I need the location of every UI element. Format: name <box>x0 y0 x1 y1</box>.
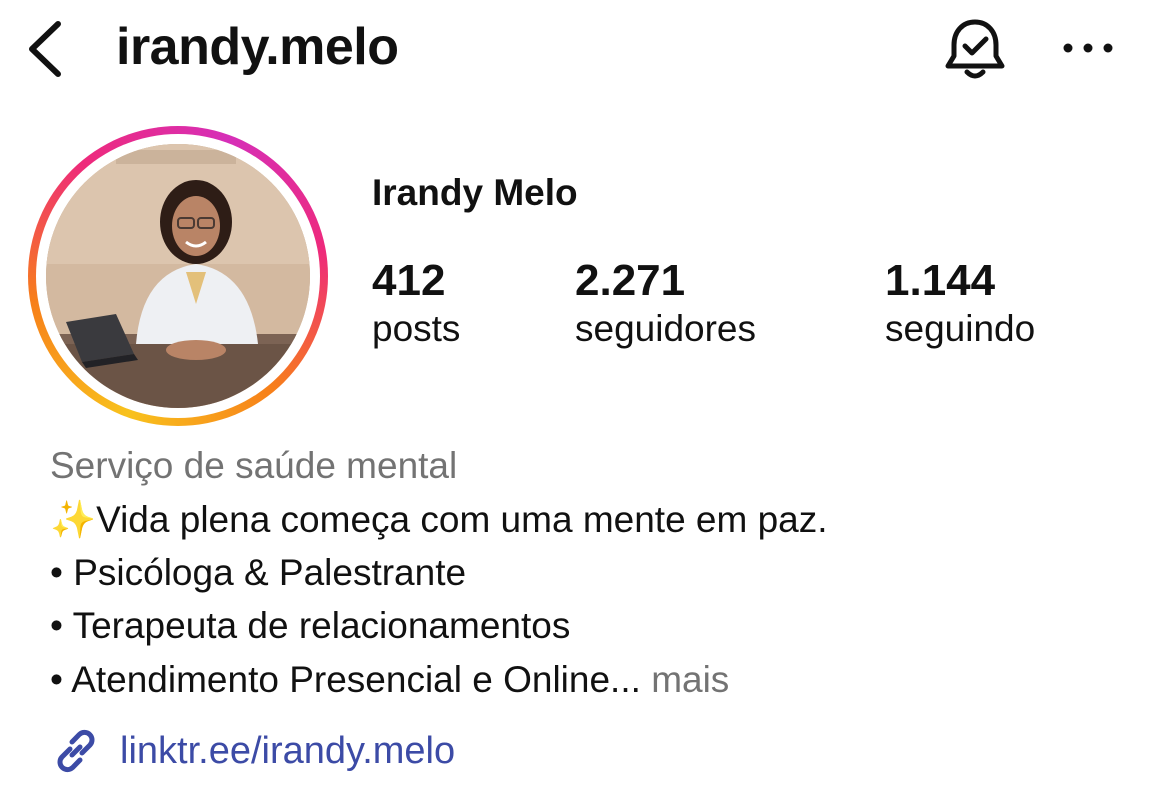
notifications-button[interactable] <box>940 14 1010 84</box>
profile-avatar[interactable] <box>46 144 310 408</box>
bio-line: • Terapeuta de relacionamentos <box>50 605 571 646</box>
back-button[interactable] <box>22 16 72 82</box>
profile-username: irandy.melo <box>116 18 399 76</box>
more-options-button[interactable] <box>1058 26 1118 70</box>
story-ring[interactable] <box>28 126 328 426</box>
bio-last-line: • Atendimento Presencial e Online... mai… <box>50 658 729 702</box>
link-icon <box>57 729 95 773</box>
following-count: 1.144 <box>885 256 996 305</box>
posts-count: 412 <box>372 256 446 305</box>
followers-stat[interactable]: 2.271 seguidores <box>575 256 756 354</box>
posts-label: posts <box>372 308 461 349</box>
ellipsis-icon <box>1063 43 1113 53</box>
posts-stat[interactable]: 412 posts <box>372 256 460 354</box>
bio-line: ✨Vida plena começa com uma mente em paz. <box>50 499 828 540</box>
followers-label: seguidores <box>575 308 757 349</box>
display-name: Irandy Melo <box>372 172 578 213</box>
top-bar: irandy.melo <box>0 0 1170 100</box>
bio-more-link[interactable]: mais <box>651 659 729 700</box>
following-label: seguindo <box>885 308 1036 349</box>
following-stat[interactable]: 1.144 seguindo <box>885 256 1035 354</box>
profile-photo <box>46 144 310 408</box>
bell-check-icon <box>945 19 1005 79</box>
followers-count: 2.271 <box>575 256 686 305</box>
external-link[interactable]: linktr.ee/irandy.melo <box>50 724 455 778</box>
bio-line: • Atendimento Presencial e Online... <box>50 659 652 700</box>
profile-category: Serviço de saúde mental <box>50 445 458 486</box>
external-link-text: linktr.ee/irandy.melo <box>120 730 456 772</box>
chevron-left-icon <box>29 21 61 77</box>
bio-line: • Psicóloga & Palestrante <box>50 552 467 593</box>
